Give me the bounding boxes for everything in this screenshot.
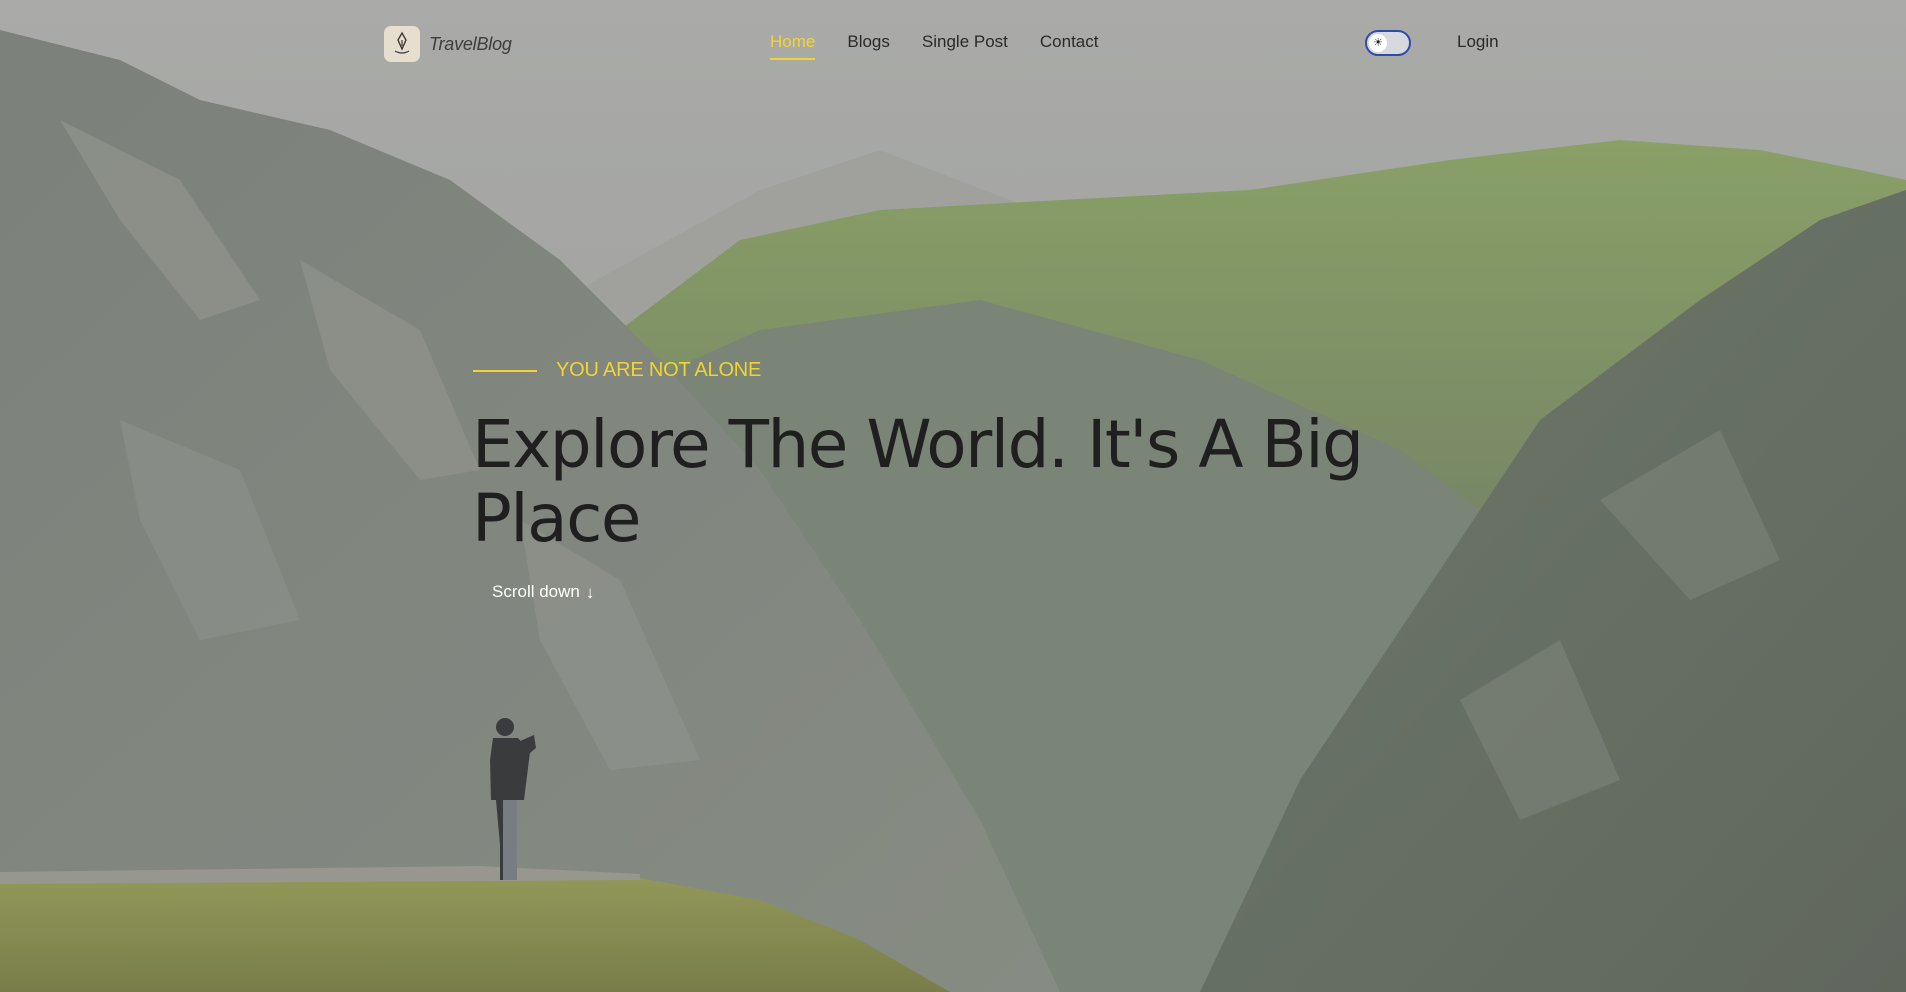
eyebrow-text: YOU ARE NOT ALONE <box>556 359 762 381</box>
brand-name: TravelBlog <box>429 33 512 54</box>
main-nav: Home Blogs Single Post Contact <box>770 32 1098 60</box>
hero-headline: Explore The World. It's A Big Place <box>472 406 1364 557</box>
hero-eyebrow: YOU ARE NOT ALONE <box>473 359 761 382</box>
eyebrow-divider <box>473 369 537 372</box>
nav-item-contact[interactable]: Contact <box>1040 32 1099 60</box>
nav-item-home[interactable]: Home <box>770 32 816 60</box>
nav-item-blogs[interactable]: Blogs <box>847 32 890 60</box>
sun-icon: ☀ <box>1369 34 1387 52</box>
nav-item-single-post[interactable]: Single Post <box>922 32 1008 60</box>
theme-toggle[interactable]: ☀ <box>1365 30 1411 56</box>
scroll-down-label: Scroll down <box>492 582 580 601</box>
arrow-down-icon: ↓ <box>585 582 595 602</box>
scroll-down-link[interactable]: Scroll down ↓ <box>492 582 594 602</box>
login-link[interactable]: Login <box>1457 32 1499 52</box>
site-header: TravelBlog Home Blogs Single Post Contac… <box>0 0 1906 88</box>
pen-nib-logo-icon <box>384 26 420 62</box>
hero-section: TravelBlog Home Blogs Single Post Contac… <box>0 0 1906 992</box>
brand-link[interactable]: TravelBlog <box>384 26 512 62</box>
